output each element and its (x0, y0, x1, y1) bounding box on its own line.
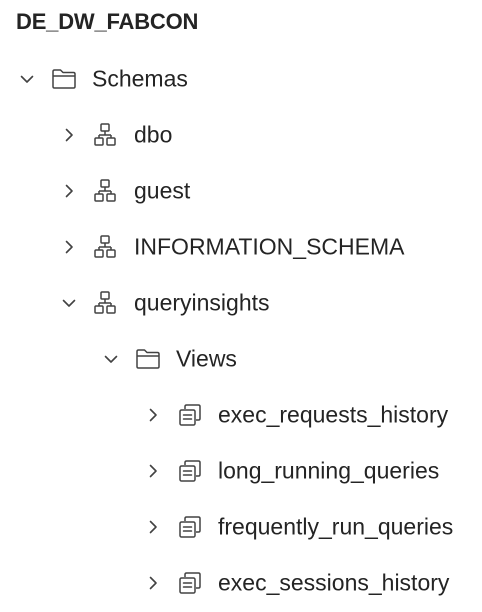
chevron-right-icon[interactable] (60, 126, 78, 144)
view-icon (175, 512, 205, 542)
tree-node-schema-information-schema[interactable]: INFORMATION_SCHEMA (0, 223, 482, 271)
tree-node-schema-guest[interactable]: guest (0, 167, 482, 215)
tree-node-view-long-running-queries[interactable]: long_running_queries (0, 447, 482, 495)
tree-node-label: dbo (134, 121, 173, 148)
chevron-right-icon[interactable] (60, 182, 78, 200)
chevron-right-icon[interactable] (144, 406, 162, 424)
tree-node-schemas[interactable]: Schemas (0, 55, 482, 103)
view-icon (175, 456, 205, 486)
schema-icon (91, 120, 121, 150)
tree-node-label: guest (134, 177, 191, 204)
folder-icon (49, 64, 79, 94)
tree-node-view-frequently-run-queries[interactable]: frequently_run_queries (0, 503, 482, 551)
schema-icon (91, 176, 121, 206)
tree-node-schema-dbo[interactable]: dbo (0, 111, 482, 159)
tree-node-views[interactable]: Views (0, 335, 482, 383)
chevron-down-icon[interactable] (18, 70, 36, 88)
tree-node-label: Views (176, 345, 237, 372)
tree-node-label: frequently_run_queries (218, 513, 454, 540)
chevron-right-icon[interactable] (144, 574, 162, 592)
view-icon (175, 400, 205, 430)
view-icon (175, 568, 205, 598)
chevron-right-icon[interactable] (144, 518, 162, 536)
chevron-right-icon[interactable] (144, 462, 162, 480)
schema-icon (91, 232, 121, 262)
tree-node-label: exec_requests_history (218, 401, 449, 428)
tree-node-view-exec-requests-history[interactable]: exec_requests_history (0, 391, 482, 439)
tree-node-label: long_running_queries (218, 457, 440, 484)
schema-icon (91, 288, 121, 318)
tree-node-label: Schemas (92, 65, 188, 92)
folder-icon (133, 344, 163, 374)
database-title: DE_DW_FABCON (16, 9, 199, 34)
tree-node-label: exec_sessions_history (218, 569, 450, 596)
tree-node-label: queryinsights (134, 289, 270, 316)
tree-node-label: INFORMATION_SCHEMA (134, 233, 405, 260)
chevron-right-icon[interactable] (60, 238, 78, 256)
chevron-down-icon[interactable] (102, 350, 120, 368)
chevron-down-icon[interactable] (60, 294, 78, 312)
tree-node-view-exec-sessions-history[interactable]: exec_sessions_history (0, 559, 482, 607)
tree-node-schema-queryinsights[interactable]: queryinsights (0, 279, 482, 327)
